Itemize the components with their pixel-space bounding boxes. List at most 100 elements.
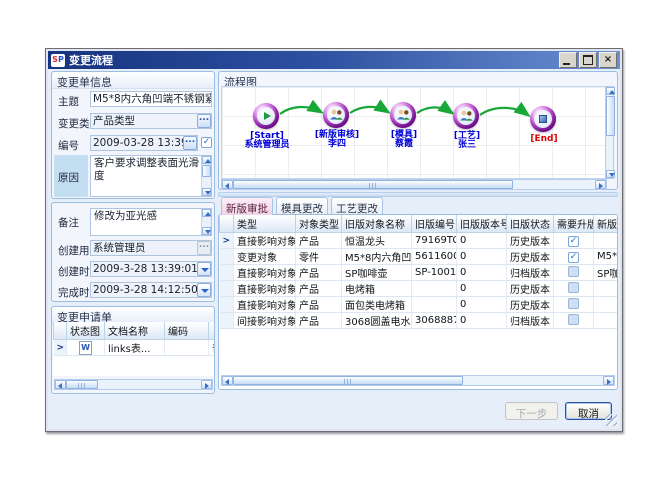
change-type-input[interactable]: 产品类型	[90, 113, 212, 129]
play-icon	[264, 112, 271, 120]
upgrade-checkbox[interactable]	[568, 298, 579, 309]
upgrade-checkbox[interactable]	[568, 266, 579, 277]
create-time-input[interactable]: 2009-3-28 13:39:01	[90, 261, 212, 277]
remark-scrollbar[interactable]	[201, 209, 211, 235]
grid-selector-header[interactable]	[220, 215, 234, 233]
flow-hscrollbar[interactable]	[221, 179, 607, 190]
tab-process-change[interactable]: 工艺更改	[331, 197, 383, 214]
tab-mold-change[interactable]: 模具更改	[276, 197, 328, 214]
remark-textarea[interactable]: 修改为亚光感	[90, 208, 212, 236]
subject-input[interactable]: M5*8内六角凹端不锈钢紧固螺钉	[90, 91, 212, 107]
subject-label: 主题	[58, 94, 79, 109]
reason-textarea[interactable]: 客户要求调整表面光滑度	[90, 155, 212, 197]
close-icon: ×	[604, 55, 612, 65]
grid-row[interactable]: 间接影响对象产品 3068圆盖电水壶3068887 0归档版本	[220, 313, 618, 329]
tab-new-version-approval[interactable]: 新版审批	[221, 197, 273, 215]
remarks-panel: 备注 修改为亚光感 创建用户 系统管理员 ... 创建时间 2009-3-28 …	[51, 202, 215, 302]
scroll-left-icon[interactable]	[222, 376, 233, 385]
request-row[interactable]: > W links表... 普通	[54, 340, 215, 356]
grid-row[interactable]: 直接影响对象产品 SP咖啡壶SP-1001 0归档版本 SP咖	[220, 265, 618, 281]
grid-col-objtype[interactable]: 对象类型	[296, 215, 342, 233]
grid-row[interactable]: > 直接影响对象产品 恒温龙头79169TC 0历史版本	[220, 233, 618, 249]
request-col-status[interactable]: 状态图	[67, 322, 105, 340]
stop-cube-icon	[539, 115, 547, 123]
flow-chart-panel: 流程图 [Start]	[218, 71, 618, 190]
reason-scrollbar[interactable]	[201, 156, 211, 196]
row-marker	[220, 281, 234, 297]
flow-node-review[interactable]	[323, 102, 349, 128]
grid-col-newname[interactable]: 新版	[594, 215, 618, 233]
resize-grip[interactable]	[605, 414, 617, 426]
number-checkbox[interactable]	[201, 137, 212, 148]
request-grid: 状态图 文档名称 编码 > W links表... 普通	[53, 322, 214, 376]
finish-time-input[interactable]: 2009-3-28 14:12:50	[90, 282, 212, 298]
next-button[interactable]: 下一步	[505, 402, 558, 420]
grid-col-type[interactable]: 类型	[234, 215, 296, 233]
grid-row[interactable]: 变更对象零件 M5*8内六角凹...5611600 0历史版本 M5*8	[220, 249, 618, 265]
maximize-button[interactable]	[579, 52, 597, 68]
scroll-thumb[interactable]	[233, 180, 513, 189]
scroll-left-icon[interactable]	[222, 180, 233, 189]
maximize-icon	[583, 55, 593, 65]
scroll-right-icon[interactable]	[595, 180, 606, 189]
scroll-down-icon[interactable]	[202, 227, 211, 235]
change-type-ellipsis-button[interactable]: ...	[197, 114, 211, 128]
request-extra: 普通	[209, 340, 215, 356]
grid-row[interactable]: 直接影响对象产品 电烤箱 0历史版本	[220, 281, 618, 297]
request-col-code[interactable]: 编码	[165, 322, 209, 340]
flow-vscrollbar[interactable]	[605, 86, 614, 179]
remark-label: 备注	[58, 215, 79, 230]
scroll-thumb[interactable]	[233, 376, 463, 385]
scroll-down-icon[interactable]	[606, 170, 615, 178]
close-button[interactable]: ×	[599, 52, 617, 68]
node-label: [工艺]张三	[454, 132, 480, 150]
create-time-dropdown-button[interactable]	[197, 262, 211, 276]
window-titlebar[interactable]: SP 变更流程 ×	[48, 51, 620, 69]
node-label: [End]	[530, 135, 557, 144]
finish-time-dropdown-button[interactable]	[197, 283, 211, 297]
main-grid-hscrollbar[interactable]	[221, 375, 615, 386]
scroll-right-icon[interactable]	[603, 376, 614, 385]
flow-canvas[interactable]: [Start]系统管理员 [新版审核]李四 [模具]蔡霞	[221, 86, 607, 179]
create-user-input[interactable]: 系统管理员	[90, 240, 212, 256]
scroll-thumb[interactable]	[202, 165, 211, 177]
grid-col-oldcode[interactable]: 旧版编号	[412, 215, 457, 233]
grid-col-oldstatus[interactable]: 旧版状态	[507, 215, 554, 233]
change-request-panel: 变更申请单 状态图 文档名称 编码 > W links表...	[51, 306, 215, 394]
grid-col-oldver[interactable]: 旧版版本号	[457, 215, 507, 233]
remark-text: 修改为亚光感	[94, 210, 157, 222]
scroll-right-icon[interactable]	[201, 380, 212, 389]
request-hscrollbar[interactable]	[54, 379, 213, 390]
upgrade-checkbox[interactable]	[568, 236, 579, 247]
scroll-up-icon[interactable]	[606, 87, 615, 95]
grid-row[interactable]: 直接影响对象产品 面包类电烤箱 0历史版本	[220, 297, 618, 313]
number-ellipsis-button[interactable]: ...	[183, 136, 197, 150]
scroll-thumb[interactable]	[606, 96, 615, 136]
scroll-down-icon[interactable]	[202, 188, 211, 196]
scroll-thumb[interactable]	[66, 380, 98, 389]
flow-node-process[interactable]	[453, 103, 479, 129]
flow-node-end[interactable]	[530, 106, 556, 132]
number-input[interactable]: 2009-03-28 13:39:01	[90, 135, 198, 151]
scroll-up-icon[interactable]	[202, 209, 211, 217]
request-col-docname[interactable]: 文档名称	[105, 322, 165, 340]
scroll-left-icon[interactable]	[55, 380, 66, 389]
flow-node-mold[interactable]	[390, 102, 416, 128]
number-label: 编号	[58, 138, 79, 153]
upgrade-checkbox[interactable]	[568, 252, 579, 263]
upgrade-checkbox[interactable]	[568, 282, 579, 293]
grid-col-oldname[interactable]: 旧版对象名称	[342, 215, 412, 233]
upgrade-checkbox[interactable]	[568, 314, 579, 325]
request-selector-header[interactable]	[54, 322, 67, 340]
request-col-extra[interactable]	[209, 322, 215, 340]
reason-text: 客户要求调整表面光滑度	[94, 157, 199, 182]
minimize-button[interactable]	[559, 52, 577, 68]
flow-node-start[interactable]	[253, 103, 279, 129]
row-marker	[220, 249, 234, 265]
scroll-up-icon[interactable]	[202, 156, 211, 164]
create-user-ellipsis-button[interactable]: ...	[197, 241, 211, 255]
change-process-window: SP 变更流程 × 变更单信息 主题 M5*8内六角凹端不锈钢紧固螺钉 变更类型…	[45, 48, 623, 432]
minimize-icon	[563, 63, 570, 65]
grid-col-upgrade[interactable]: 需要升版	[554, 215, 594, 233]
row-marker: >	[220, 233, 234, 249]
